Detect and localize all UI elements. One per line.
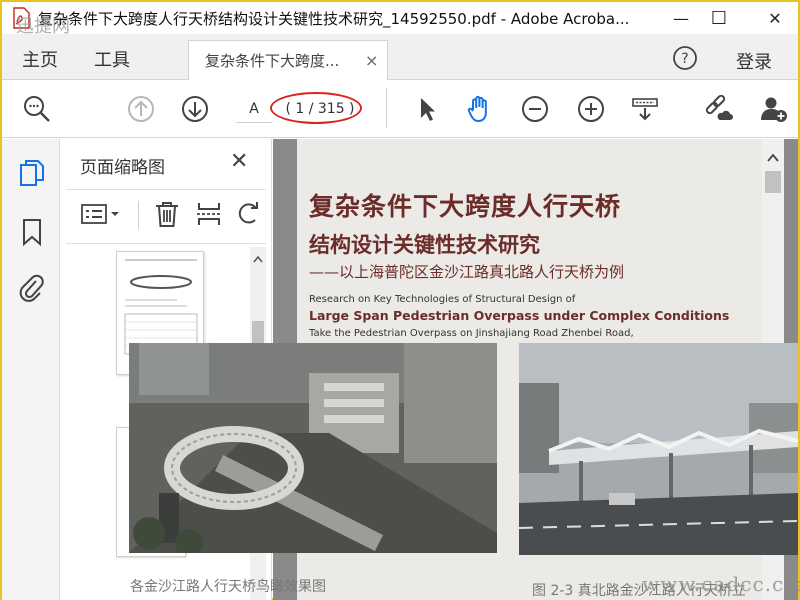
next-page-icon[interactable] (180, 94, 210, 124)
insert-page-icon[interactable] (194, 199, 224, 229)
delete-page-icon[interactable] (152, 199, 182, 229)
hand-tool-icon[interactable] (464, 94, 494, 124)
previous-page-icon[interactable] (126, 94, 156, 124)
home-link[interactable]: 主页 (22, 46, 58, 72)
document-tab-label: 复杂条件下大跨度... (205, 52, 340, 70)
attachment-icon[interactable] (18, 273, 46, 303)
doc-title-sub2: ——以上海普陀区金沙江路真北路人行天桥为例 (309, 263, 625, 281)
search-icon[interactable] (22, 94, 52, 124)
svg-text:?: ? (681, 51, 688, 67)
doc-english-line-2: Large Span Pedestrian Overpass under Com… (309, 308, 730, 323)
help-icon[interactable]: ? (672, 45, 698, 71)
bridge-aerial-photo (129, 343, 497, 553)
doc-title-main: 复杂条件下大跨度人行天桥 (309, 192, 622, 221)
page-display-menu-icon[interactable] (630, 94, 660, 124)
toolbar-divider (386, 88, 387, 128)
panel-title: 页面缩略图 (80, 158, 165, 178)
title-bar: 复杂条件下大跨度人行天桥结构设计关键性技术研究_14592550.pdf - A… (2, 2, 798, 34)
tools-link[interactable]: 工具 (94, 46, 130, 72)
panel-close-icon[interactable]: ✕ (230, 149, 248, 174)
rotate-page-icon[interactable] (234, 199, 264, 229)
doc-english-line-1: Research on Key Technologies of Structur… (309, 294, 576, 305)
annotation-ellipse (270, 92, 362, 124)
page-thumbnails-icon[interactable] (18, 159, 46, 189)
acrobat-pdf-icon (10, 7, 32, 29)
maximize-button[interactable]: ☐ (696, 2, 742, 34)
close-window-button[interactable]: ✕ (752, 2, 798, 34)
close-icon: ✕ (768, 8, 782, 28)
document-tab[interactable]: 复杂条件下大跨度... × (188, 40, 388, 80)
window-title: 复杂条件下大跨度人行天桥结构设计关键性技术研究_14592550.pdf - A… (38, 9, 630, 28)
toolbar: A ( 1 / 315 ) (2, 80, 798, 138)
photo-caption-left: 各金沙江路人行天桥鸟瞰效果图 (130, 579, 326, 595)
share-link-icon[interactable] (702, 94, 733, 124)
login-link[interactable]: 登录 (736, 48, 772, 74)
tab-close-icon[interactable]: × (365, 51, 378, 70)
doc-title-sub: 结构设计关键性技术研究 (309, 233, 540, 257)
zoom-in-icon[interactable] (576, 94, 606, 124)
doc-english-line-3: Take the Pedestrian Overpass on Jinshaji… (309, 328, 634, 339)
bridge-street-photo (519, 343, 798, 555)
watermark-bottom: www.cadcc.com (642, 572, 800, 596)
add-user-icon[interactable] (758, 94, 788, 124)
select-arrow-icon[interactable] (412, 94, 442, 124)
thumbnail-options-icon[interactable] (80, 199, 119, 229)
page-number-input[interactable]: A (236, 95, 272, 123)
zoom-out-icon[interactable] (520, 94, 550, 124)
maximize-icon: ☐ (710, 7, 728, 29)
panel-divider-bottom (66, 243, 266, 244)
tab-bar: 主页 工具 复杂条件下大跨度... × ? 登录 (2, 34, 798, 80)
minimize-icon: — (673, 8, 689, 28)
panel-tool-divider (138, 201, 139, 229)
panel-divider-top (66, 189, 266, 190)
bookmark-icon[interactable] (18, 217, 46, 247)
left-navigation-rail (2, 139, 60, 600)
